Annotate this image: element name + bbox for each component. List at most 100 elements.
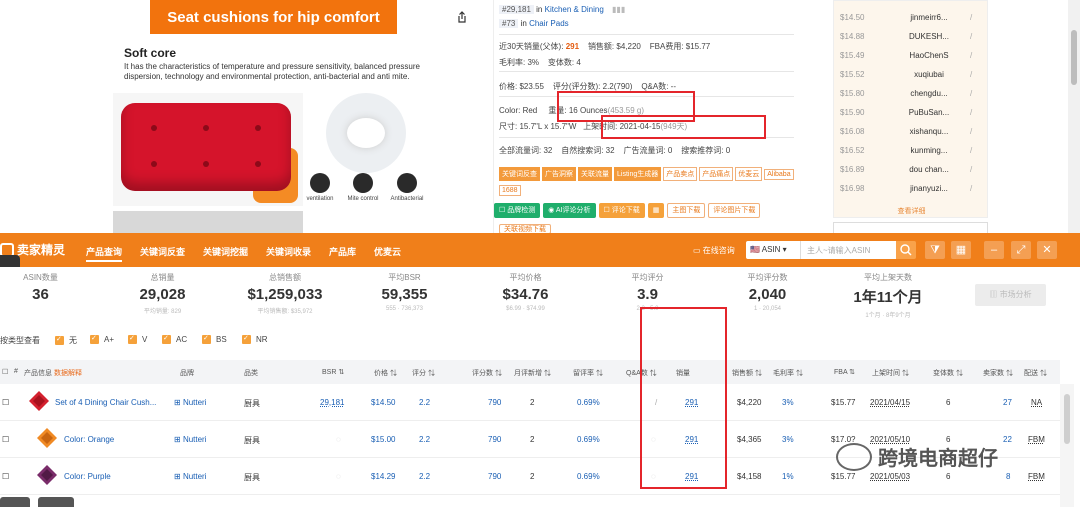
filter-icon[interactable]: ⧩ [925, 241, 945, 259]
nav-product-library[interactable]: 产品库 [329, 245, 356, 258]
rating-cell: 2.2 [419, 398, 431, 407]
nav-keyword-mining[interactable]: 关键词挖掘 [203, 245, 248, 258]
bottom-nav-pill[interactable] [38, 497, 74, 507]
review-image-download-button[interactable]: 评论图片下载 [708, 203, 761, 218]
asin-search-input[interactable]: 主人~请输入ASIN [800, 241, 896, 259]
nav-keyword-reverse[interactable]: 关键词反查 [140, 245, 185, 258]
tag-keyword-reverse[interactable]: 关键词反查 [499, 167, 540, 181]
th-fba[interactable]: FBA ⇅ [834, 368, 855, 376]
review-download-button[interactable]: ☐ 评论下载 [598, 203, 645, 218]
data-explain-link[interactable]: 数据解释 [54, 370, 82, 377]
th-monthly-new[interactable]: 月评新增 ⇅ [514, 368, 551, 378]
rating-cell: 2.2 [419, 472, 431, 481]
th-variants[interactable]: 变体数 ⇅ [933, 368, 963, 378]
table-scrollbar[interactable] [1060, 384, 1074, 507]
product-title-link[interactable]: Set of 4 Dining Chair Cush... [55, 398, 156, 407]
select-all-checkbox[interactable]: ☐ [2, 368, 8, 376]
history-row: $15.52 xuqiubai / [840, 70, 973, 79]
filter-none[interactable]: 无 [55, 335, 77, 346]
brand-check-button[interactable]: ☐ 品牌检测 [494, 203, 541, 218]
review-rate-cell: 0.69% [577, 435, 600, 444]
th-revenue[interactable]: 销售额 ⇅ [732, 368, 762, 378]
tag-selling-points[interactable]: 产品卖点 [663, 167, 698, 181]
bottom-nav-pill[interactable] [0, 497, 30, 507]
margin-cell: 3% [782, 398, 794, 407]
ai-review-button[interactable]: ◉ AI评论分析 [543, 203, 596, 218]
variant-label[interactable]: Color: Purple [64, 472, 111, 481]
history-more-link[interactable]: 查看详细 [834, 206, 989, 216]
online-consult-link[interactable]: ▭ 在线咨询 [693, 245, 735, 256]
sellers-cell[interactable]: 8 [1006, 472, 1010, 481]
product-thumbnail[interactable] [35, 463, 59, 487]
th-margin[interactable]: 毛利率 ⇅ [773, 368, 803, 378]
review-rate-cell: 0.69% [577, 398, 600, 407]
category-cell: 厨具 [244, 436, 260, 445]
tag-youmaiyun[interactable]: 优麦云 [735, 167, 763, 181]
table-row[interactable]: ☐ Set of 4 Dining Chair Cush... ⊞ Nutter… [0, 384, 1060, 421]
th-price[interactable]: 价格 ⇅ [374, 368, 397, 378]
history-row: $15.80 chengdu... / [840, 89, 973, 98]
grid-icon[interactable]: ▦ [951, 241, 971, 259]
revenue-cell: $4,220 [737, 398, 762, 407]
main-image-download-button[interactable]: 主图下载 [667, 203, 706, 218]
rank-chair-pads-link[interactable]: Chair Pads [529, 19, 569, 28]
wechat-watermark: 跨境电商超仔 [836, 442, 998, 471]
bsr-cell[interactable]: 29,181 [320, 398, 344, 407]
th-reviews[interactable]: 评分数 ⇅ [472, 368, 502, 378]
sellers-cell[interactable]: 27 [1003, 398, 1012, 407]
market-analysis-button[interactable]: ▥ 市场分析 [975, 284, 1046, 306]
minimize-icon[interactable]: – [984, 241, 1004, 259]
product-thumbnail[interactable] [27, 389, 51, 413]
filter-ac[interactable]: AC [162, 334, 187, 344]
stat-total-sales: 总销量 29,028 平均销量: 829 [139, 273, 186, 315]
rank-kitchen-link[interactable]: Kitchen & Dining [545, 5, 604, 14]
red-cushion-image [121, 103, 291, 191]
row-checkbox[interactable]: ☐ [2, 435, 9, 444]
th-rating[interactable]: 评分 ⇅ [412, 368, 435, 378]
product-thumbnail[interactable] [35, 426, 59, 450]
calculator-icon[interactable]: ▦ [647, 203, 665, 218]
category-cell: 厨具 [244, 473, 260, 482]
nav-keyword-index[interactable]: 关键词收录 [266, 245, 311, 258]
share-icon[interactable] [456, 11, 468, 23]
th-review-rate[interactable]: 留评率 ⇅ [573, 368, 603, 378]
filter-bs[interactable]: BS [202, 334, 227, 344]
tag-listing-generator[interactable]: Listing生成器 [614, 167, 662, 181]
nav-product-query[interactable]: 产品查询 [86, 245, 123, 262]
monthly-new-cell: 2 [530, 472, 535, 481]
brand-link[interactable]: ⊞ Nutteri [174, 435, 207, 444]
tag-ad-insight[interactable]: 广告洞察 [542, 167, 576, 181]
search-button[interactable] [896, 241, 916, 259]
page-scrollbar[interactable] [1068, 0, 1080, 233]
th-ship[interactable]: 配送 ⇅ [1024, 368, 1047, 378]
row-checkbox[interactable]: ☐ [2, 398, 9, 407]
reviews-cell: 790 [488, 398, 502, 407]
stat-avg-rating: 平均评分 3.9 2.2 · 5.0 [631, 273, 664, 312]
highlight-launch-box [601, 115, 766, 139]
th-brand: 品牌 [180, 370, 194, 377]
th-sellers[interactable]: 卖家数 ⇅ [983, 368, 1013, 378]
th-launch[interactable]: 上架时间 ⇅ [872, 368, 909, 378]
sellers-cell[interactable]: 22 [1003, 435, 1012, 444]
history-row: $16.52 kunming... / [840, 146, 973, 155]
tag-related-traffic[interactable]: 关联流量 [578, 167, 612, 181]
tag-pain-points[interactable]: 产品痛点 [699, 167, 734, 181]
row-checkbox[interactable]: ☐ [2, 472, 9, 481]
asin-type-select[interactable]: 🇺🇸 ASIN ▾ [746, 241, 800, 259]
filter-aplus[interactable]: A+ [90, 334, 114, 344]
tag-1688[interactable]: 1688 [499, 185, 521, 196]
product-image-panel: Seat cushions for hip comfort Soft core … [113, 0, 443, 233]
rank-chart-icon[interactable]: ▮▮▮ [612, 5, 625, 14]
brand-link[interactable]: ⊞ Nutteri [174, 472, 207, 481]
filter-nr[interactable]: NR [242, 334, 268, 344]
expand-icon[interactable]: ⤢ [1011, 241, 1031, 259]
close-icon[interactable]: ✕ [1037, 241, 1057, 259]
filter-video[interactable]: V [128, 334, 147, 344]
brand-link[interactable]: ⊞ Nutteri [174, 398, 207, 407]
fba-cell: $15.77 [831, 398, 856, 407]
history-row: $16.89 dou chan... / [840, 165, 973, 174]
nav-youmaiyun[interactable]: 优麦云 [374, 245, 401, 258]
th-bsr[interactable]: BSR ⇅ [322, 368, 344, 376]
tag-alibaba[interactable]: Alibaba [764, 169, 794, 180]
variant-label[interactable]: Color: Orange [64, 435, 114, 444]
